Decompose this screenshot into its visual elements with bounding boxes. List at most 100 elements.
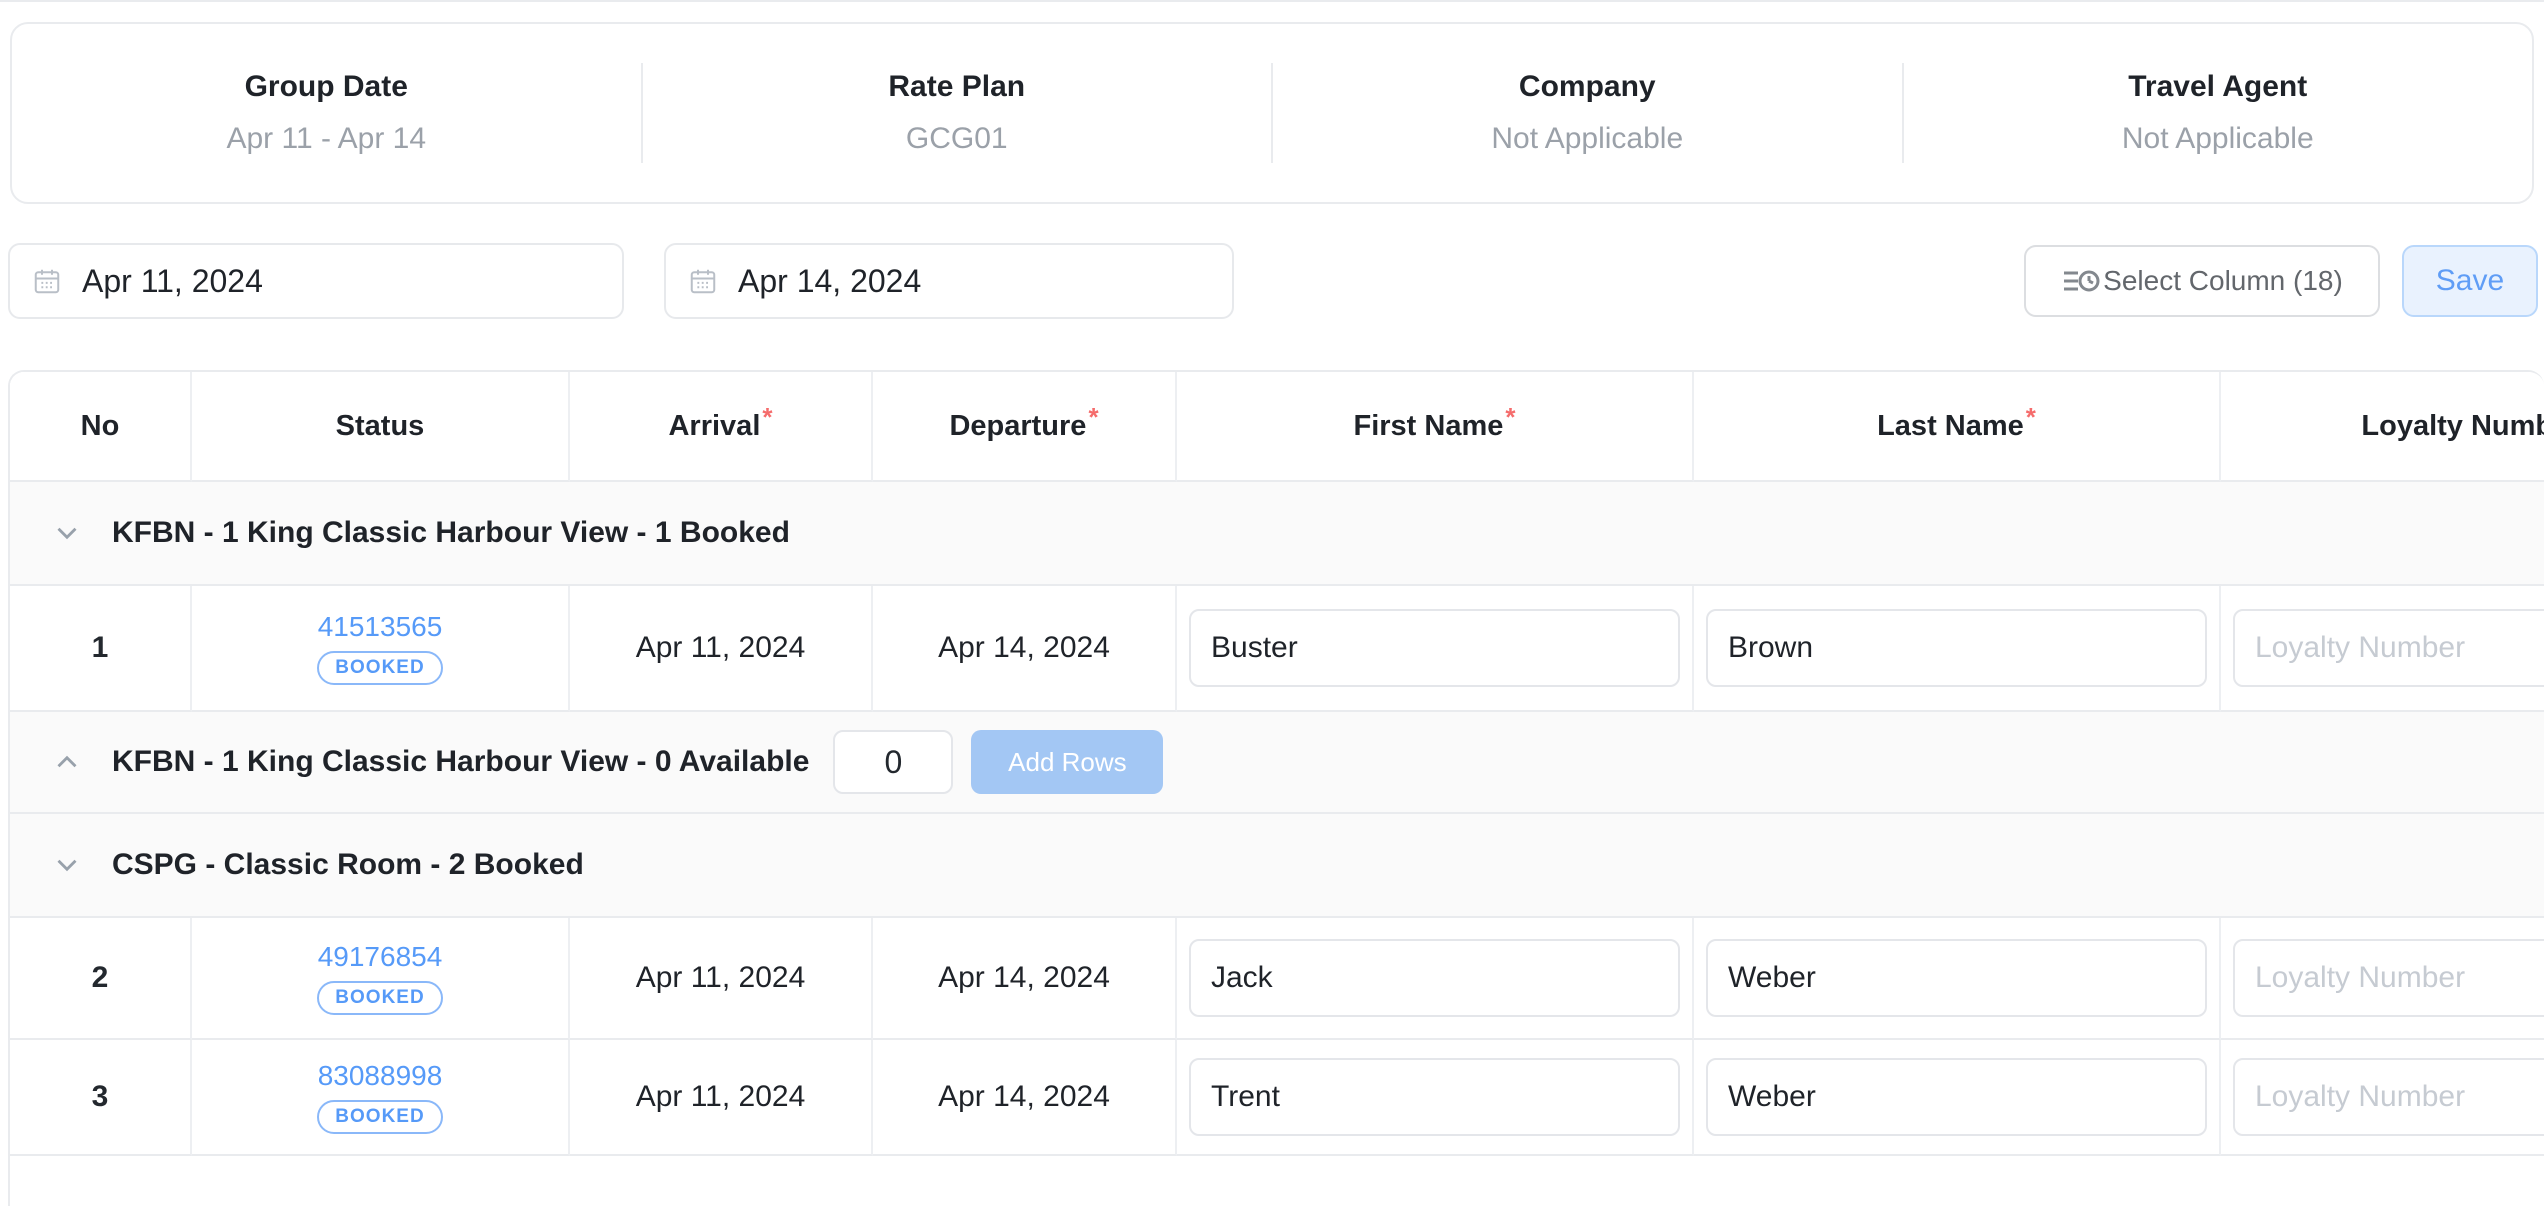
- column-header-no: No: [10, 372, 192, 482]
- column-header-loyalty-number: Loyalty Number: [2221, 372, 2544, 482]
- summary-value: Not Applicable: [1491, 122, 1683, 156]
- row-number-cell: 3: [10, 1040, 192, 1156]
- confirmation-number-link[interactable]: 49176854: [318, 941, 443, 973]
- loyalty-number-input[interactable]: [2233, 609, 2544, 687]
- calendar-icon: [32, 266, 62, 296]
- group-row-kfbn-available[interactable]: KFBN - 1 King Classic Harbour View - 0 A…: [10, 712, 2544, 814]
- column-header-departure: Departure*: [873, 372, 1177, 482]
- first-name-cell: [1177, 1040, 1694, 1156]
- summary-field-company: Company Not Applicable: [1273, 24, 1902, 202]
- group-row-cspg-booked[interactable]: CSPG - Classic Room - 2 Booked: [10, 814, 2544, 918]
- status-badge: BOOKED: [317, 651, 442, 685]
- arrival-date-value: Apr 11, 2024: [82, 263, 263, 300]
- table-row: 1 41513565 BOOKED Apr 11, 2024 Apr 14, 2…: [10, 586, 2544, 712]
- first-name-cell: [1177, 918, 1694, 1040]
- arrival-date: Apr 11, 2024: [636, 631, 806, 665]
- summary-value: Apr 11 - Apr 14: [226, 122, 426, 156]
- summary-label: Rate Plan: [888, 70, 1025, 104]
- status-badge: BOOKED: [317, 981, 442, 1015]
- save-button[interactable]: Save: [2402, 245, 2538, 317]
- arrival-date: Apr 11, 2024: [636, 1080, 806, 1114]
- arrival-cell: Apr 11, 2024: [570, 586, 873, 712]
- first-name-input[interactable]: [1189, 609, 1680, 687]
- first-name-input[interactable]: [1189, 939, 1680, 1017]
- chevron-down-icon[interactable]: [50, 516, 84, 550]
- confirmation-number-link[interactable]: 41513565: [318, 611, 443, 643]
- departure-date: Apr 14, 2024: [938, 1080, 1110, 1114]
- arrival-date: Apr 11, 2024: [636, 961, 806, 995]
- arrival-cell: Apr 11, 2024: [570, 918, 873, 1040]
- summary-label: Travel Agent: [2128, 70, 2307, 104]
- add-rows-count-input[interactable]: [833, 730, 953, 794]
- loyalty-number-cell: [2221, 1040, 2544, 1156]
- column-header-last-name: Last Name*: [1694, 372, 2221, 482]
- status-cell: 41513565 BOOKED: [192, 586, 570, 712]
- departure-date: Apr 14, 2024: [938, 631, 1110, 665]
- row-number: 2: [92, 961, 109, 995]
- column-header-first-name: First Name*: [1177, 372, 1694, 482]
- loyalty-number-cell: [2221, 586, 2544, 712]
- chevron-up-icon[interactable]: [50, 745, 84, 779]
- loyalty-number-cell: [2221, 918, 2544, 1040]
- confirmation-number-link[interactable]: 83088998: [318, 1060, 443, 1092]
- last-name-input[interactable]: [1706, 939, 2207, 1017]
- summary-field-rate-plan: Rate Plan GCG01: [643, 24, 1272, 202]
- column-header-status: Status: [192, 372, 570, 482]
- last-name-input[interactable]: [1706, 1058, 2207, 1136]
- last-name-cell: [1694, 1040, 2221, 1156]
- summary-value: GCG01: [906, 122, 1008, 156]
- column-header-label: No: [81, 410, 120, 443]
- row-number-cell: 2: [10, 918, 192, 1040]
- status-cell: 49176854 BOOKED: [192, 918, 570, 1040]
- departure-date-picker[interactable]: Apr 14, 2024: [664, 243, 1234, 319]
- departure-date-value: Apr 14, 2024: [738, 263, 921, 300]
- loyalty-number-input[interactable]: [2233, 939, 2544, 1017]
- status-cell: 83088998 BOOKED: [192, 1040, 570, 1156]
- summary-field-travel-agent: Travel Agent Not Applicable: [1904, 24, 2533, 202]
- chevron-down-icon[interactable]: [50, 848, 84, 882]
- column-settings-icon: [2061, 265, 2101, 297]
- last-name-cell: [1694, 918, 2221, 1040]
- summary-label: Company: [1519, 70, 1656, 104]
- group-summary-card: Group Date Apr 11 - Apr 14 Rate Plan GCG…: [10, 22, 2534, 204]
- row-number: 1: [92, 631, 109, 665]
- column-header-label: Last Name: [1877, 410, 2024, 443]
- select-column-label: Select Column (18): [2103, 265, 2343, 297]
- summary-field-group-date: Group Date Apr 11 - Apr 14: [12, 24, 641, 202]
- departure-cell: Apr 14, 2024: [873, 918, 1177, 1040]
- select-column-button[interactable]: Select Column (18): [2024, 245, 2380, 317]
- save-label: Save: [2436, 264, 2504, 298]
- summary-value: Not Applicable: [2122, 122, 2314, 156]
- first-name-input[interactable]: [1189, 1058, 1680, 1136]
- column-header-label: First Name: [1353, 410, 1503, 443]
- column-header-label: Departure: [949, 410, 1086, 443]
- column-header-label: Arrival: [668, 410, 760, 443]
- required-asterisk: *: [762, 402, 772, 433]
- required-asterisk: *: [1505, 402, 1515, 433]
- group-label: KFBN - 1 King Classic Harbour View - 0 A…: [112, 745, 809, 779]
- column-header-arrival: Arrival*: [570, 372, 873, 482]
- group-label: KFBN - 1 King Classic Harbour View - 1 B…: [112, 516, 790, 550]
- required-asterisk: *: [2026, 402, 2036, 433]
- departure-cell: Apr 14, 2024: [873, 1040, 1177, 1156]
- group-booking-page: Group Date Apr 11 - Apr 14 Rate Plan GCG…: [0, 0, 2544, 1206]
- arrival-cell: Apr 11, 2024: [570, 1040, 873, 1156]
- required-asterisk: *: [1088, 402, 1098, 433]
- row-number: 3: [92, 1080, 109, 1114]
- column-header-label: Status: [336, 410, 425, 443]
- departure-date: Apr 14, 2024: [938, 961, 1110, 995]
- departure-cell: Apr 14, 2024: [873, 586, 1177, 712]
- loyalty-number-input[interactable]: [2233, 1058, 2544, 1136]
- status-badge: BOOKED: [317, 1100, 442, 1134]
- summary-label: Group Date: [245, 70, 408, 104]
- table-header-row: No Status Arrival* Departure* First Name…: [10, 372, 2544, 482]
- last-name-input[interactable]: [1706, 609, 2207, 687]
- group-row-kfbn-booked[interactable]: KFBN - 1 King Classic Harbour View - 1 B…: [10, 482, 2544, 586]
- arrival-date-picker[interactable]: Apr 11, 2024: [8, 243, 624, 319]
- row-number-cell: 1: [10, 586, 192, 712]
- table-row: 3 83088998 BOOKED Apr 11, 2024 Apr 14, 2…: [10, 1040, 2544, 1156]
- top-divider: [0, 0, 2544, 2]
- calendar-icon: [688, 266, 718, 296]
- group-label: CSPG - Classic Room - 2 Booked: [112, 848, 584, 882]
- add-rows-button[interactable]: Add Rows: [971, 730, 1163, 794]
